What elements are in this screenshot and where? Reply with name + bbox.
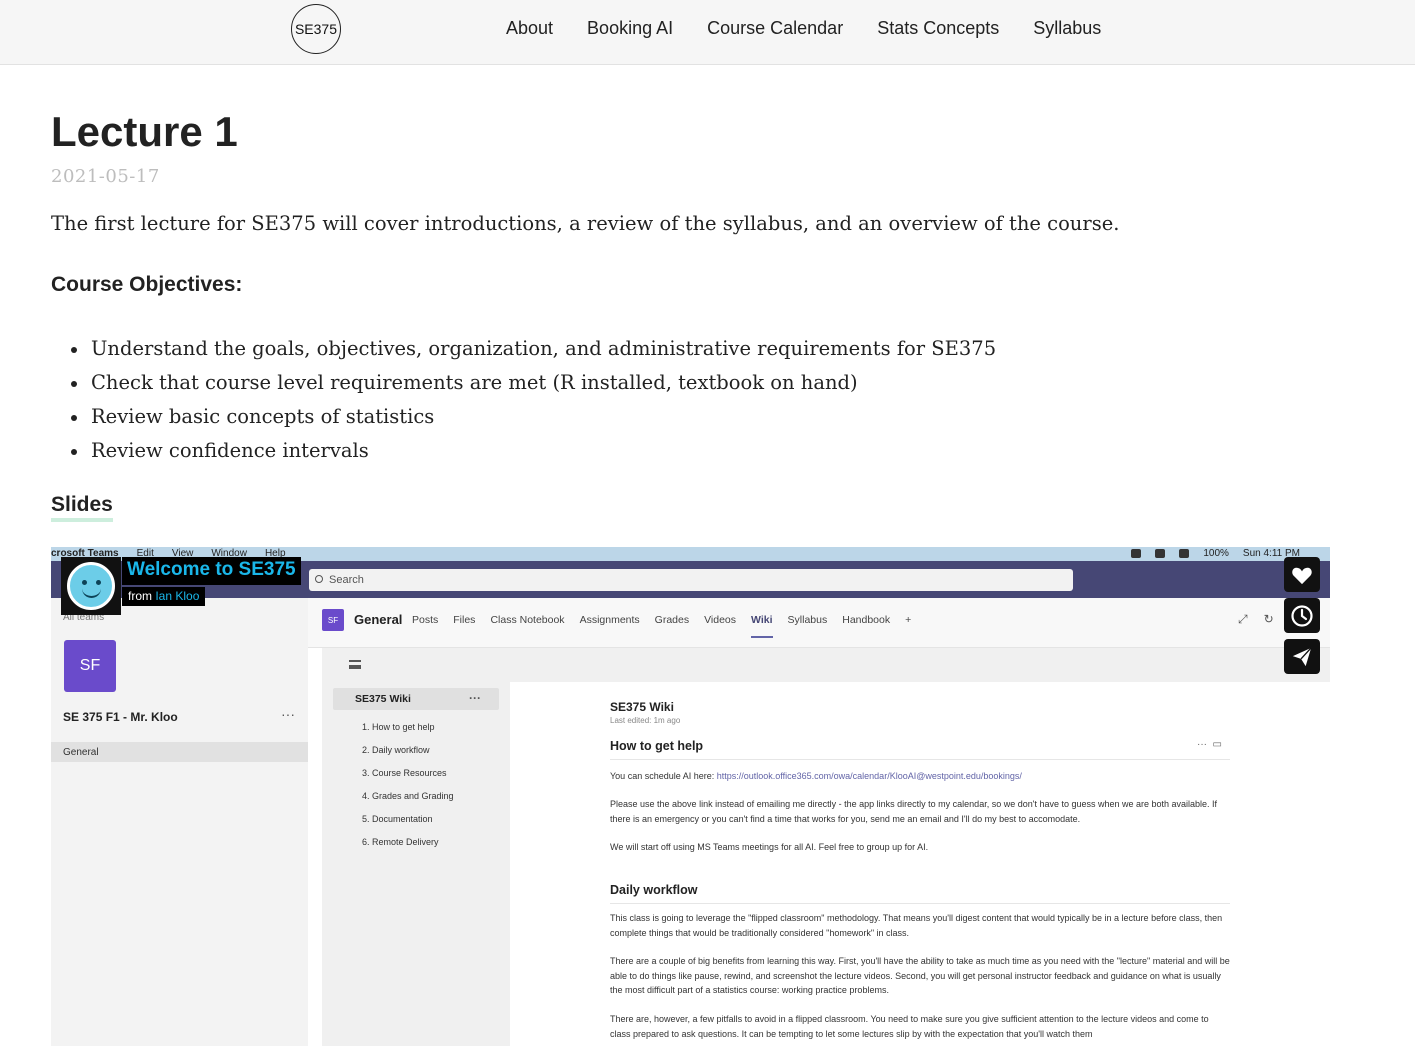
wiki-paragraph: We will start off using MS Teams meeting… bbox=[610, 842, 929, 852]
search-icon bbox=[315, 575, 323, 583]
tab-wiki: Wiki bbox=[751, 614, 773, 638]
wiki-section-item: 6. Remote Delivery bbox=[362, 837, 439, 847]
post-intro: The first lecture for SE375 will cover i… bbox=[51, 212, 1120, 235]
wiki-section-title: How to get help bbox=[610, 739, 704, 753]
volume-icon bbox=[1179, 549, 1190, 558]
wiki-section-item: 4. Grades and Grading bbox=[362, 791, 454, 801]
channel-name: General bbox=[354, 612, 403, 627]
slides-link[interactable]: Slides bbox=[51, 492, 113, 522]
paper-plane-icon bbox=[1292, 646, 1312, 666]
more-icon: ··· bbox=[281, 706, 295, 722]
smiley-face-icon bbox=[67, 562, 115, 610]
battery-percent: 100% bbox=[1203, 548, 1229, 559]
heart-icon bbox=[1292, 567, 1312, 584]
wiki-paragraph: There are a couple of big benefits from … bbox=[610, 956, 1230, 995]
page-title: Lecture 1 bbox=[51, 108, 238, 155]
tab-videos: Videos bbox=[704, 614, 737, 626]
wiki-section-heading: Daily workflow bbox=[610, 883, 1230, 904]
post-date: 2021-05-17 bbox=[51, 166, 160, 187]
wiki-last-edited: Last edited: 1m ago bbox=[610, 716, 681, 725]
wiki-sidebar-title: SE375 Wiki bbox=[355, 693, 411, 705]
channel-header-icons: ⤢ ↻ bbox=[1238, 612, 1274, 627]
refresh-icon: ↻ bbox=[1263, 612, 1274, 626]
video-byline: from Ian Kloo bbox=[122, 587, 206, 606]
list-item: Check that course level requirements are… bbox=[70, 366, 996, 400]
author-avatar[interactable] bbox=[61, 557, 121, 615]
nav-syllabus[interactable]: Syllabus bbox=[1033, 18, 1101, 39]
tab-posts: Posts bbox=[412, 614, 439, 626]
channel-avatar: SF bbox=[322, 609, 344, 631]
list-item: Review confidence intervals bbox=[70, 434, 996, 468]
wiki-paragraph: You can schedule AI here: https://outloo… bbox=[610, 769, 1230, 784]
channel-header: SF General Posts Files Class Notebook As… bbox=[308, 598, 1330, 648]
teams-search-bar: Search bbox=[309, 569, 1073, 591]
wiki-section-item: 3. Course Resources bbox=[362, 768, 447, 778]
share-button[interactable] bbox=[1284, 639, 1320, 674]
list-item: Understand the goals, objectives, organi… bbox=[70, 332, 996, 366]
wiki-paragraph: There are, however, a few pitfalls to av… bbox=[610, 1014, 1209, 1039]
section-options-icon: ··· ▭ bbox=[1197, 739, 1222, 750]
wiki-section-item: 2. Daily workflow bbox=[362, 745, 430, 755]
team-avatar: SF bbox=[64, 640, 116, 692]
tab-class-notebook: Class Notebook bbox=[490, 614, 565, 626]
main-nav: About Booking AI Course Calendar Stats C… bbox=[506, 18, 1101, 39]
wiki-paragraph: This class is going to leverage the "fli… bbox=[610, 913, 1223, 938]
wiki-paragraph: Please use the above link instead of ema… bbox=[610, 799, 1218, 824]
tab-handbook: Handbook bbox=[842, 614, 891, 626]
author-link[interactable]: Ian Kloo bbox=[155, 589, 199, 603]
team-name: SE 375 F1 - Mr. Kloo bbox=[63, 710, 178, 724]
clock-icon bbox=[1291, 604, 1313, 627]
video-title[interactable]: Welcome to SE375 bbox=[122, 557, 301, 585]
wiki-section-item: 1. How to get help bbox=[362, 722, 435, 732]
wiki-sidebar-header: SE375 Wiki ··· bbox=[333, 688, 499, 710]
wiki-page-title: SE375 Wiki bbox=[610, 700, 674, 714]
objectives-heading: Course Objectives: bbox=[51, 273, 243, 296]
teams-left-pane: All teams SF SE 375 F1 - Mr. Kloo ··· Ge… bbox=[51, 598, 308, 1046]
wiki-toolbar bbox=[322, 648, 1330, 682]
hamburger-menu-icon bbox=[349, 660, 361, 669]
record-icon bbox=[1131, 549, 1142, 558]
site-logo[interactable]: SE375 bbox=[291, 4, 341, 54]
byline-from: from bbox=[128, 589, 152, 603]
objectives-list: Understand the goals, objectives, organi… bbox=[70, 332, 996, 468]
tab-syllabus: Syllabus bbox=[787, 614, 828, 626]
wiki-paragraph-prefix: You can schedule AI here: bbox=[610, 771, 717, 781]
embedded-video-player[interactable]: crosoft Teams Edit View Window Help 100%… bbox=[51, 547, 1330, 1046]
channel-general: General bbox=[51, 742, 308, 762]
list-item: Review basic concepts of statistics bbox=[70, 400, 996, 434]
nav-stats-concepts[interactable]: Stats Concepts bbox=[877, 18, 999, 39]
more-icon: ··· bbox=[469, 691, 481, 705]
wifi-icon bbox=[1155, 549, 1166, 558]
nav-course-calendar[interactable]: Course Calendar bbox=[707, 18, 843, 39]
like-button[interactable] bbox=[1284, 557, 1320, 592]
wiki-section-item: 5. Documentation bbox=[362, 814, 433, 824]
nav-booking-ai[interactable]: Booking AI bbox=[587, 18, 673, 39]
booking-link: https://outlook.office365.com/owa/calend… bbox=[716, 771, 1022, 781]
search-placeholder: Search bbox=[329, 574, 364, 586]
channel-tabs: Posts Files Class Notebook Assignments G… bbox=[412, 614, 911, 638]
watch-later-button[interactable] bbox=[1284, 598, 1320, 633]
wiki-section-heading: How to get help ··· ▭ bbox=[610, 739, 1230, 760]
wiki-content: SE375 Wiki Last edited: 1m ago How to ge… bbox=[510, 682, 1330, 1046]
tab-grades: Grades bbox=[654, 614, 690, 626]
top-navbar: SE375 About Booking AI Course Calendar S… bbox=[0, 0, 1415, 65]
tab-files: Files bbox=[453, 614, 476, 626]
wiki-sidebar: SE375 Wiki ··· 1. How to get help 2. Dai… bbox=[322, 682, 510, 1046]
add-tab-icon: + bbox=[905, 614, 912, 626]
expand-icon: ⤢ bbox=[1238, 612, 1248, 626]
nav-about[interactable]: About bbox=[506, 18, 553, 39]
wiki-section-title: Daily workflow bbox=[610, 883, 698, 897]
tab-assignments: Assignments bbox=[579, 614, 640, 626]
